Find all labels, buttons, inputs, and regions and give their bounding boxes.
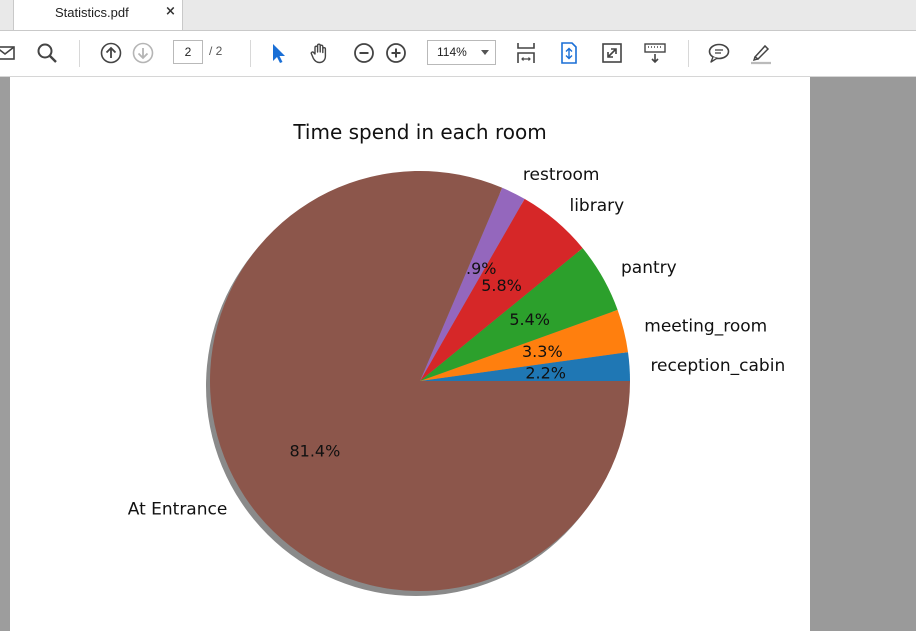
toolbar-divider	[79, 40, 80, 67]
zoom-value: 114%	[437, 45, 467, 59]
page-down-icon[interactable]	[131, 41, 155, 65]
slice-percent-label: 5.4%	[509, 310, 550, 329]
chevron-down-icon	[481, 50, 489, 55]
zoom-out-icon[interactable]	[352, 41, 376, 65]
slice-category-label: reception_cabin	[650, 356, 785, 376]
highlight-pen-icon[interactable]	[749, 41, 773, 65]
pie-chart: Time spend in each room 2.2% reception_ca…	[128, 120, 785, 596]
slice-percent-label: 2.2%	[525, 363, 566, 382]
page-number-input[interactable]: 2	[173, 40, 203, 64]
mail-icon[interactable]	[0, 41, 18, 65]
viewer-background	[810, 77, 916, 631]
toolbar-divider	[250, 40, 251, 67]
tab-bar: Statistics.pdf ×	[0, 0, 916, 31]
slice-category-label: meeting_room	[644, 317, 767, 337]
slice-category-label: restroom	[523, 165, 600, 185]
comment-icon[interactable]	[707, 41, 731, 65]
viewer-background	[0, 77, 10, 631]
zoom-in-icon[interactable]	[384, 41, 408, 65]
page-up-icon[interactable]	[99, 41, 123, 65]
slice-category-label: At Entrance	[128, 499, 228, 519]
chart-title: Time spend in each room	[292, 120, 546, 144]
page-total: / 2	[209, 44, 223, 58]
slice-category-label: pantry	[621, 258, 677, 278]
slice-category-label: library	[569, 196, 624, 216]
document-tab[interactable]: Statistics.pdf ×	[13, 0, 183, 30]
pdf-page: Time spend in each room 2.2% reception_ca…	[10, 77, 810, 631]
select-arrow-icon[interactable]	[266, 41, 290, 65]
hand-icon[interactable]	[308, 41, 332, 65]
toolbar: 2 / 2 114%	[0, 31, 916, 77]
tab-title: Statistics.pdf	[55, 5, 129, 20]
search-icon[interactable]	[35, 41, 59, 65]
slice-percent-label: 3.3%	[522, 342, 563, 361]
toolbar-divider	[688, 40, 689, 67]
close-tab-icon[interactable]: ×	[165, 4, 176, 19]
slice-percent-label: 5.8%	[481, 276, 522, 295]
slice-percent-label: 81.4%	[289, 442, 340, 461]
fit-page-icon[interactable]	[557, 41, 581, 65]
zoom-select[interactable]: 114%	[427, 40, 496, 65]
scroll-mode-icon[interactable]	[514, 41, 538, 65]
fullscreen-icon[interactable]	[600, 41, 624, 65]
keyboard-icon[interactable]	[643, 41, 667, 65]
